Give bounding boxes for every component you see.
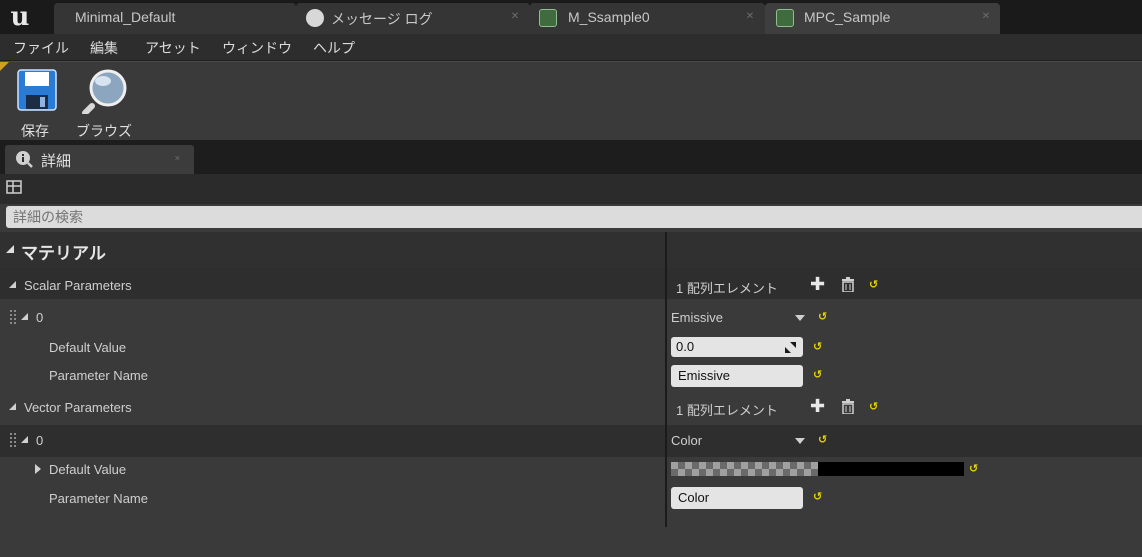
tab-label: Minimal_Default: [75, 9, 176, 25]
vector-parameters-label: Vector Parameters: [24, 400, 132, 415]
material-icon: [539, 9, 557, 27]
collapse-arrow-icon: [6, 245, 14, 253]
parameter-name-input[interactable]: Color: [671, 487, 803, 509]
menu-file[interactable]: ファイル: [13, 38, 69, 58]
default-value-label: Default Value: [49, 340, 127, 355]
reset-to-default-icon[interactable]: ↺: [813, 490, 822, 503]
color-swatch[interactable]: [671, 462, 964, 476]
tab-label: メッセージ ログ: [331, 11, 433, 27]
chevron-down-icon: [795, 315, 805, 321]
alpha-checker-swatch: [671, 462, 818, 476]
tab-mpc-sample[interactable]: MPC_Sample ✕: [765, 3, 1000, 34]
details-panel: マテリアル Scalar Parameters 1 配列エレメント ✚ ↺ 0 …: [0, 174, 1142, 557]
browse-button[interactable]: ブラウズ: [70, 66, 138, 139]
save-label: 保存: [21, 123, 49, 139]
tab-message-log[interactable]: メッセージ ログ ✕: [296, 3, 530, 34]
close-icon[interactable]: ✕: [745, 11, 755, 23]
reset-to-default-icon[interactable]: ↺: [818, 433, 827, 446]
parameter-name-input[interactable]: Emissive: [671, 365, 803, 387]
chevron-down-icon: [795, 438, 805, 444]
drag-handle-icon[interactable]: [10, 310, 16, 324]
element-options-dropdown[interactable]: Emissive: [671, 307, 811, 329]
menu-help[interactable]: ヘルプ: [313, 38, 355, 58]
tab-m-ssample0[interactable]: M_Ssample0 ✕: [530, 3, 765, 34]
category-title: マテリアル: [21, 244, 106, 263]
parameter-name-label: Parameter Name: [49, 368, 148, 383]
trash-icon[interactable]: [841, 399, 855, 414]
color-value-swatch: [818, 462, 964, 476]
menu-asset[interactable]: アセット: [145, 38, 201, 58]
details-tab-label: 詳細: [41, 153, 72, 170]
collapse-arrow-icon[interactable]: [21, 313, 28, 320]
collapse-arrow-icon[interactable]: [9, 403, 16, 410]
array-element-count: 1 配列エレメント: [676, 281, 778, 296]
reset-to-default-icon[interactable]: ↺: [869, 278, 878, 291]
reset-to-default-icon[interactable]: ↺: [969, 462, 978, 475]
details-tab-row: 詳細 ✕: [0, 140, 1142, 174]
details-options-bar: [0, 174, 1142, 204]
document-tab-bar: u Minimal_Default メッセージ ログ ✕ M_Ssample0 …: [0, 0, 1142, 34]
expand-arrow-icon[interactable]: [35, 464, 41, 474]
material-parameter-collection-icon: [776, 9, 794, 27]
tab-minimal-default[interactable]: Minimal_Default: [54, 3, 296, 34]
close-icon[interactable]: ✕: [174, 154, 181, 163]
tab-label: MPC_Sample: [804, 9, 891, 25]
reset-to-default-icon[interactable]: ↺: [813, 340, 822, 353]
spin-arrows-icon: [785, 342, 796, 353]
collapse-arrow-icon[interactable]: [21, 436, 28, 443]
tab-label: M_Ssample0: [568, 9, 650, 25]
default-value-number-input[interactable]: 0.0: [671, 337, 803, 357]
toolbar: 保存 ブラウズ: [0, 61, 1142, 140]
menu-edit[interactable]: 編集: [90, 38, 118, 58]
details-search-input[interactable]: [6, 206, 1142, 228]
reset-to-default-icon[interactable]: ↺: [818, 310, 827, 323]
vector-element-row: [0, 425, 1142, 457]
input-value: Emissive: [678, 368, 731, 383]
toolbar-corner-marker: [0, 62, 9, 71]
column-splitter: [665, 268, 667, 299]
parameter-name-label: Parameter Name: [49, 491, 148, 506]
scalar-parameters-label: Scalar Parameters: [24, 278, 132, 293]
magnifier-icon: [82, 69, 127, 114]
dropdown-value: Emissive: [671, 310, 724, 325]
drag-handle-icon[interactable]: [10, 433, 16, 447]
element-index: 0: [36, 433, 44, 448]
collapse-arrow-icon[interactable]: [9, 281, 16, 288]
menu-window[interactable]: ウィンドウ: [222, 38, 292, 58]
close-icon[interactable]: ✕: [510, 11, 520, 23]
reset-to-default-icon[interactable]: ↺: [869, 400, 878, 413]
trash-icon[interactable]: [841, 277, 855, 292]
info-magnifier-icon: [16, 151, 33, 168]
element-index: 0: [36, 310, 44, 325]
add-element-icon[interactable]: ✚: [810, 274, 825, 295]
add-element-icon[interactable]: ✚: [810, 396, 825, 417]
browse-label: ブラウズ: [76, 123, 132, 139]
element-options-dropdown[interactable]: Color: [671, 430, 811, 452]
save-button[interactable]: 保存: [10, 66, 64, 139]
unreal-logo-icon[interactable]: u: [2, 2, 38, 32]
message-log-icon: [306, 9, 324, 27]
dropdown-value: Color: [671, 433, 703, 448]
number-value: 0.0: [676, 339, 695, 354]
column-splitter: [665, 425, 667, 457]
array-element-count: 1 配列エレメント: [676, 403, 778, 418]
save-icon: [17, 69, 57, 111]
menu-bar: ファイル 編集 アセット ウィンドウ ヘルプ: [0, 34, 1142, 60]
tab-details[interactable]: 詳細 ✕: [5, 145, 194, 174]
input-value: Color: [678, 490, 710, 505]
scalar-parameters-row: [0, 268, 1142, 299]
close-icon[interactable]: ✕: [981, 11, 991, 23]
property-matrix-icon[interactable]: [6, 179, 22, 195]
category-header[interactable]: マテリアル: [0, 232, 1142, 268]
default-value-label: Default Value: [49, 462, 127, 477]
reset-to-default-icon[interactable]: ↺: [813, 368, 822, 381]
